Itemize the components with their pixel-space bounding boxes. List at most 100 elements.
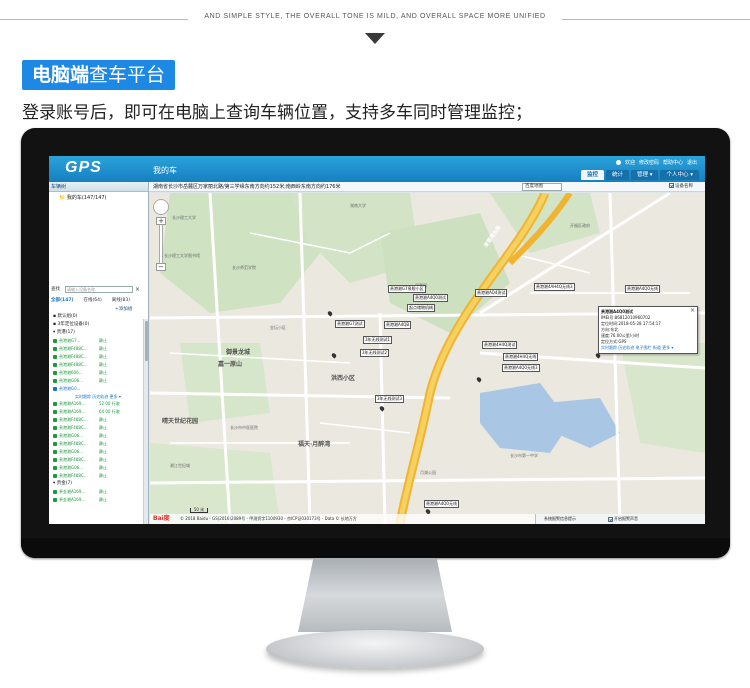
vehicle-row[interactable]: 贵港湘F488C... 静止: [51, 345, 143, 353]
vehicle-marker-label[interactable]: 3年无线测试3: [375, 395, 405, 403]
map-type-select[interactable]: 百度地图: [522, 183, 562, 191]
section-badge: 电脑端查车平台: [22, 60, 176, 90]
vehicle-row[interactable]: 贵港湘F488C... 静止: [51, 440, 143, 448]
close-icon[interactable]: ×: [690, 308, 695, 314]
zoom-in-icon[interactable]: +: [156, 217, 166, 225]
district-label: 嘉一原山: [218, 361, 243, 368]
group-guigang[interactable]: ▾ 贵港(17): [51, 329, 143, 337]
vehicle-row[interactable]: 贵港湘F488C... 静止: [51, 416, 143, 424]
vehicle-marker-label[interactable]: 起点储物机械: [407, 304, 435, 312]
vehicle-marker-label[interactable]: 贵港湘4AH4Q无线3: [534, 283, 575, 291]
popup-action-links[interactable]: 实时跟踪 历史轨迹 电子围栏 街道 更多 ▾: [601, 345, 695, 351]
vehicle-name: 贵港湘F488C...: [59, 457, 88, 462]
vehicle-row[interactable]: 贵港湘606... 静止: [51, 369, 143, 377]
user-link-help[interactable]: 帮助中心: [663, 159, 683, 166]
vehicle-actions[interactable]: 实时跟踪 历史轨迹 更多 ▾: [51, 393, 143, 400]
sidebar-scrollbar[interactable]: [143, 319, 148, 524]
vehicle-marker-label[interactable]: 贵港湘AQ4测试: [475, 289, 508, 297]
vehicle-marker-label[interactable]: 贵港湘A4Q0无线: [625, 285, 660, 293]
vehicle-row[interactable]: 贵港湘G06... 静止: [51, 464, 143, 472]
vehicle-row[interactable]: 贵港湘F488C... 静止: [51, 456, 143, 464]
zoom-out-icon[interactable]: −: [156, 263, 166, 271]
checkbox-icon[interactable]: [669, 183, 674, 188]
status-tabs: 全部(147) 在线(64) 离线(83): [51, 296, 147, 305]
vehicle-name: 贵港湘G06...: [59, 465, 84, 470]
pan-control-icon[interactable]: [153, 199, 169, 215]
tab-management[interactable]: 管理 ▾: [630, 170, 659, 180]
divider-line-left: [0, 19, 188, 20]
street-label: 长沙市中医医院: [230, 425, 258, 430]
vehicle-row[interactable]: 贵港湘A169... 64.00 行驶: [51, 408, 143, 416]
street-label: 长沙理工大学图书馆: [164, 253, 200, 258]
vehicle-search-input[interactable]: 请输入设备名称: [65, 286, 133, 293]
vehicle-marker-label[interactable]: 3年无线测试1: [363, 336, 393, 344]
vehicle-row[interactable]: 贵金湘A169... 静止: [51, 496, 143, 504]
vehicle-status: 静止: [99, 465, 107, 470]
tagline: AND SIMPLE STYLE, THE OVERALL TONE IS MI…: [204, 13, 546, 20]
street-label: 湘江世纪城: [170, 463, 190, 468]
tab-monitor[interactable]: 监控: [580, 170, 604, 180]
tab-statistics[interactable]: 统计: [605, 170, 629, 180]
vehicle-marker-label[interactable]: 贵港湘G7测试: [335, 320, 365, 328]
group-guijin[interactable]: ▾ 贵金(7): [51, 480, 143, 488]
show-device-name-label: 设备名称: [675, 184, 693, 189]
search-label: 查找: [51, 287, 60, 292]
user-link-welcome[interactable]: 欢迎: [625, 159, 635, 166]
vehicle-marker-label[interactable]: 贵港湘G7泉眼小区: [388, 285, 426, 293]
vehicle-name: 贵港湘F488C...: [59, 425, 88, 430]
vehicle-name: 贵港湘A169...: [59, 401, 86, 406]
triangle-down-icon: [365, 33, 385, 44]
vehicle-marker-label[interactable]: 贵港湘4H4Q测试: [482, 341, 518, 349]
vehicle-row[interactable]: 贵港湘G06... 静止: [51, 377, 143, 385]
user-link-password[interactable]: 修改密码: [639, 159, 659, 166]
sidebar-header: 车辆树: [49, 182, 148, 192]
vehicle-row[interactable]: 贵港湘G7... 静止: [51, 337, 143, 345]
monitor-chin: [21, 538, 730, 558]
monitor-screen: GPS 我的车 欢迎 修改密码 帮助中心 退出 监控 统计 管理 ▾ 个人中心 …: [49, 156, 705, 524]
vehicle-name: 贵金湘A169...: [59, 489, 86, 494]
vehicle-marker-label[interactable]: 3年无线测试2: [360, 349, 390, 357]
group-3year[interactable]: ▪ 3年定位设备(0): [51, 321, 143, 329]
status-tab-offline[interactable]: 离线(83): [112, 296, 130, 305]
top-nav: 监控 统计 管理 ▾ 个人中心 ▾: [580, 170, 699, 180]
status-tab-all[interactable]: 全部(147): [51, 296, 74, 305]
vehicle-row[interactable]: 贵港湘F488C... 静止: [51, 472, 143, 480]
vehicle-status: 静止: [99, 433, 107, 438]
vehicle-status: 静止: [99, 489, 107, 494]
vehicle-tree-root[interactable]: 📁 我的车(147/147): [49, 192, 148, 201]
vehicle-info-popup: 贵港湘A4Q0测试 × IMEI号:86812010960702 定位时间:20…: [598, 306, 698, 354]
add-group-button[interactable]: +添加组: [115, 306, 132, 312]
section-subtitle: 登录账号后，即可在电脑上查询车辆位置，支持多车同时管理监控；: [22, 103, 532, 123]
vehicle-name: 贵港湘F488C...: [59, 473, 88, 478]
vehicle-row[interactable]: 贵金湘A169... 静止: [51, 488, 143, 496]
vehicle-row[interactable]: 贵港湘G06... 静止: [51, 432, 143, 440]
tab-personal-center[interactable]: 个人中心 ▾: [660, 170, 699, 180]
clear-icon[interactable]: ×: [135, 285, 140, 294]
map-copyright: © 2018 Baidu - GS(2016)2089号 - 甲测资字11009…: [180, 516, 357, 521]
vehicle-marker-label[interactable]: 贵港湘A4Q0无线: [424, 500, 459, 508]
vehicle-status: 静止: [99, 441, 107, 446]
map-scale: 50 米: [190, 508, 208, 513]
vehicle-status: 静止: [99, 346, 107, 351]
vehicle-marker-label[interactable]: 贵港湘A4Q0测试: [413, 294, 448, 302]
status-tab-online[interactable]: 在线(64): [84, 296, 102, 305]
vehicle-row[interactable]: 贵港湘A169... 52.00 行驶: [51, 400, 143, 408]
zoom-slider[interactable]: [159, 218, 163, 268]
map-canvas[interactable]: + − 御景龙城 嘉一原山 晴天世纪花园 福天·月醉湾 洪西小区 芙蓉湾东路 长…: [150, 193, 705, 524]
checkbox-icon[interactable]: [608, 516, 613, 522]
alarm-bar: 系统报警信息提示 开启报警声音: [535, 514, 705, 524]
vehicle-marker-label[interactable]: 贵港湘A4QB: [384, 321, 412, 329]
user-link-logout[interactable]: 退出: [687, 159, 697, 166]
group-default[interactable]: ▪ 默认组(0): [51, 313, 143, 321]
alarm-sound-toggle[interactable]: 开启报警声音: [608, 514, 638, 524]
vehicle-row[interactable]: 贵港湘F488C... 静止: [51, 353, 143, 361]
show-device-name-toggle[interactable]: 设备名称: [669, 183, 693, 189]
vehicle-row[interactable]: 贵港湘F488C... 静止: [51, 424, 143, 432]
vehicle-name: 贵金湘A169...: [59, 497, 86, 502]
vehicle-row[interactable]: 贵港湘G06... 静止: [51, 448, 143, 456]
vehicle-row-selected[interactable]: 贵港湘G0...: [51, 385, 143, 393]
vehicle-marker-label[interactable]: 贵港湘A4Q0无线3: [502, 364, 540, 372]
vehicle-row[interactable]: 贵港湘F488C... 静止: [51, 361, 143, 369]
vehicle-marker-label[interactable]: 贵港湘4H4Q无线: [503, 353, 539, 361]
user-links: 欢迎 修改密码 帮助中心 退出: [615, 159, 697, 166]
